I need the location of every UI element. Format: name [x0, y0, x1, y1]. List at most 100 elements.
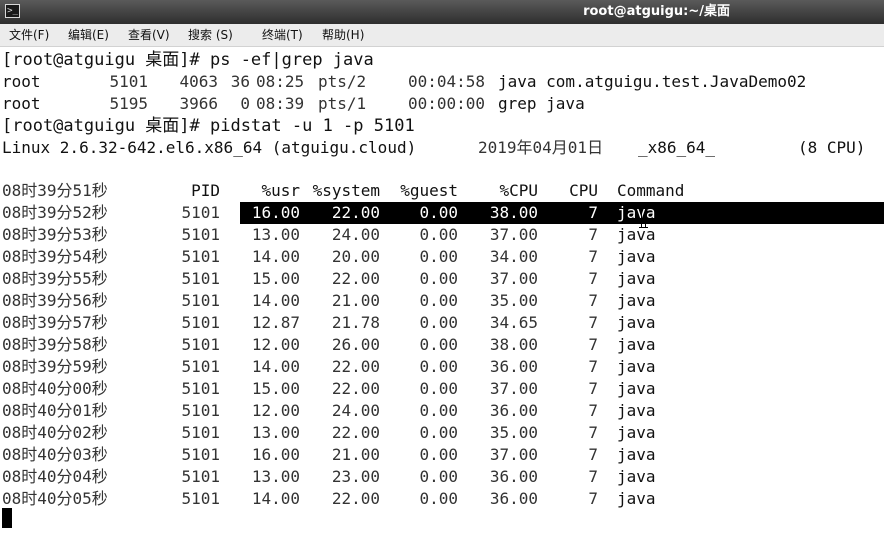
text-cursor-icon — [639, 208, 648, 228]
row-time: 08时40分05秒 — [2, 489, 108, 508]
row-guest: 0.00 — [419, 401, 458, 420]
row-system: 21.00 — [331, 445, 380, 464]
menu-help[interactable]: 帮助(H) — [322, 27, 364, 43]
row-usr: 15.00 — [251, 269, 300, 288]
system-date: 2019年04月01日 — [478, 138, 604, 157]
header-system: %system — [312, 181, 380, 200]
row-system: 26.00 — [331, 335, 380, 354]
row-time: 08时40分04秒 — [2, 467, 108, 486]
row-cpu-number: 7 — [588, 203, 598, 222]
row-time: 08时40分03秒 — [2, 445, 108, 464]
row-cpu-percent: 36.00 — [489, 489, 538, 508]
terminal-output[interactable]: [root@atguigu 桌面]# ps -ef|grep java root… — [0, 47, 884, 533]
row-usr: 16.00 — [251, 203, 300, 222]
menu-edit[interactable]: 编辑(E) — [68, 27, 109, 43]
row-cpu-number: 7 — [588, 291, 598, 310]
title-bar[interactable]: >_ root@atguigu:~/桌面 — [0, 0, 884, 24]
ps-tty: pts/1 — [318, 94, 367, 113]
row-guest: 0.00 — [419, 489, 458, 508]
menu-terminal[interactable]: 终端(T) — [262, 27, 303, 43]
header-usr: %usr — [261, 181, 300, 200]
menu-file[interactable]: 文件(F) — [9, 27, 49, 43]
ps-c: 36 — [230, 72, 250, 91]
row-usr: 14.00 — [251, 489, 300, 508]
terminal-window: >_ root@atguigu:~/桌面 文件(F) 编辑(E) 查看(V) 搜… — [0, 0, 884, 533]
prompt-ps-command: [root@atguigu 桌面]# ps -ef|grep java — [2, 50, 374, 70]
row-guest: 0.00 — [419, 467, 458, 486]
row-usr: 12.00 — [251, 401, 300, 420]
row-system: 24.00 — [331, 225, 380, 244]
row-system: 24.00 — [331, 401, 380, 420]
row-time: 08时40分01秒 — [2, 401, 108, 420]
row-system: 22.00 — [331, 423, 380, 442]
window-title: root@atguigu:~/桌面 — [583, 4, 730, 19]
row-cpu-percent: 34.65 — [489, 313, 538, 332]
row-pid: 5101 — [181, 225, 220, 244]
ps-cmd: java com.atguigu.test.JavaDemo02 — [498, 72, 807, 91]
row-cpu-number: 7 — [588, 357, 598, 376]
row-cpu-number: 7 — [588, 379, 598, 398]
row-pid: 5101 — [181, 423, 220, 442]
row-pid: 5101 — [181, 489, 220, 508]
menu-search[interactable]: 搜索 (S) — [188, 27, 233, 43]
row-command: java — [617, 357, 656, 376]
row-command: java — [617, 335, 656, 354]
row-pid: 5101 — [181, 445, 220, 464]
row-system: 22.00 — [331, 203, 380, 222]
row-command: java — [617, 269, 656, 288]
ps-ppid: 3966 — [179, 94, 218, 113]
ps-user: root — [2, 94, 41, 113]
row-guest: 0.00 — [419, 247, 458, 266]
row-time: 08时40分00秒 — [2, 379, 108, 398]
row-pid: 5101 — [181, 313, 220, 332]
row-time: 08时39分56秒 — [2, 291, 108, 310]
ps-pid: 5101 — [109, 72, 148, 91]
row-usr: 14.00 — [251, 357, 300, 376]
row-command: java — [617, 225, 656, 244]
row-usr: 13.00 — [251, 467, 300, 486]
cpu-count: (8 CPU) — [798, 138, 866, 157]
menu-view[interactable]: 查看(V) — [128, 27, 170, 43]
row-system: 22.00 — [331, 379, 380, 398]
row-pid: 5101 — [181, 357, 220, 376]
row-cpu-percent: 36.00 — [489, 401, 538, 420]
row-usr: 13.00 — [251, 225, 300, 244]
kernel-info: Linux 2.6.32-642.el6.x86_64 (atguigu.clo… — [2, 138, 417, 157]
row-cpu-number: 7 — [588, 335, 598, 354]
ps-tty: pts/2 — [318, 72, 367, 91]
row-guest: 0.00 — [419, 379, 458, 398]
row-cpu-percent: 35.00 — [489, 423, 538, 442]
header-command: Command — [617, 181, 685, 200]
row-cpu-number: 7 — [588, 269, 598, 288]
row-cpu-percent: 35.00 — [489, 291, 538, 310]
row-pid: 5101 — [181, 291, 220, 310]
header-cpu-number: CPU — [569, 181, 598, 200]
row-time: 08时40分02秒 — [2, 423, 108, 442]
row-guest: 0.00 — [419, 335, 458, 354]
row-command: java — [617, 291, 656, 310]
row-time: 08时39分59秒 — [2, 357, 108, 376]
row-guest: 0.00 — [419, 313, 458, 332]
ps-pid: 5195 — [109, 94, 148, 113]
row-system: 20.00 — [331, 247, 380, 266]
row-command: java — [617, 401, 656, 420]
row-pid: 5101 — [181, 467, 220, 486]
row-usr: 12.00 — [251, 335, 300, 354]
ps-time: 00:04:58 — [408, 72, 486, 91]
ps-user: root — [2, 72, 41, 91]
ps-stime: 08:39 — [256, 94, 305, 113]
row-pid: 5101 — [181, 379, 220, 398]
row-cpu-number: 7 — [588, 313, 598, 332]
header-pid: PID — [191, 181, 220, 200]
row-usr: 14.00 — [251, 291, 300, 310]
row-pid: 5101 — [181, 401, 220, 420]
row-command: java — [617, 379, 656, 398]
row-time: 08时39分52秒 — [2, 203, 108, 222]
ps-time: 00:00:00 — [408, 94, 486, 113]
row-cpu-percent: 37.00 — [489, 445, 538, 464]
row-cpu-percent: 38.00 — [489, 203, 538, 222]
row-guest: 0.00 — [419, 203, 458, 222]
row-command: java — [617, 467, 656, 486]
row-cpu-number: 7 — [588, 445, 598, 464]
row-command: java — [617, 423, 656, 442]
